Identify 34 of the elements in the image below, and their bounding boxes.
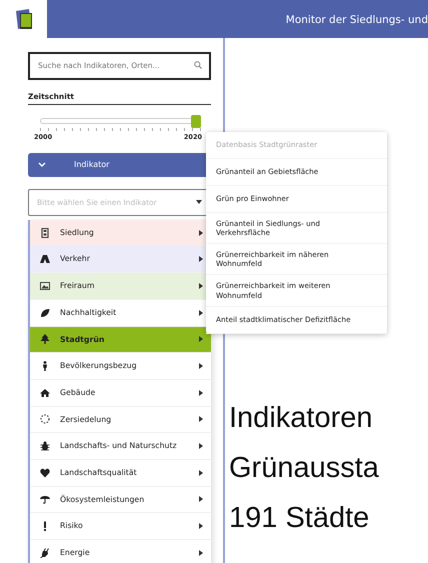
caret-icon: [199, 470, 203, 476]
logo-icon: [14, 8, 32, 30]
road-icon: [40, 254, 50, 264]
caret-icon: [199, 363, 203, 370]
caret-icon: [199, 390, 203, 396]
person-icon: [40, 361, 50, 372]
caret-icon: [199, 230, 203, 236]
tree-icon: [40, 334, 50, 344]
leaf-icon: [40, 308, 50, 318]
caret-icon: [199, 416, 203, 422]
umbrella-icon: [40, 494, 50, 504]
dotted-circle-icon: [40, 414, 50, 424]
house-icon: [40, 388, 50, 398]
search-icon: [194, 61, 202, 69]
heading-text: Indikatoren: [229, 401, 374, 436]
panel-title: Indikator: [74, 158, 110, 171]
caret-icon: [199, 523, 203, 530]
plug-icon: [40, 548, 50, 558]
caret-icon: [199, 256, 203, 262]
caret-icon: [199, 550, 203, 556]
caret-icon: [199, 443, 203, 450]
caret-icon: [199, 282, 203, 289]
heading-text: 191 Städte: [229, 501, 370, 536]
building-icon: [40, 228, 50, 238]
bug-icon: [40, 441, 50, 452]
heading-text: Grünaussta: [229, 451, 380, 486]
heart-icon: [40, 468, 50, 478]
caret-icon: [196, 200, 202, 204]
image-icon: [40, 280, 50, 291]
caret-icon: [199, 310, 203, 316]
caret-icon: [199, 496, 203, 502]
caret-icon: [199, 336, 203, 342]
app-title: Monitor der Siedlungs- und: [47, 0, 428, 38]
slider-thumb[interactable]: [191, 115, 201, 128]
